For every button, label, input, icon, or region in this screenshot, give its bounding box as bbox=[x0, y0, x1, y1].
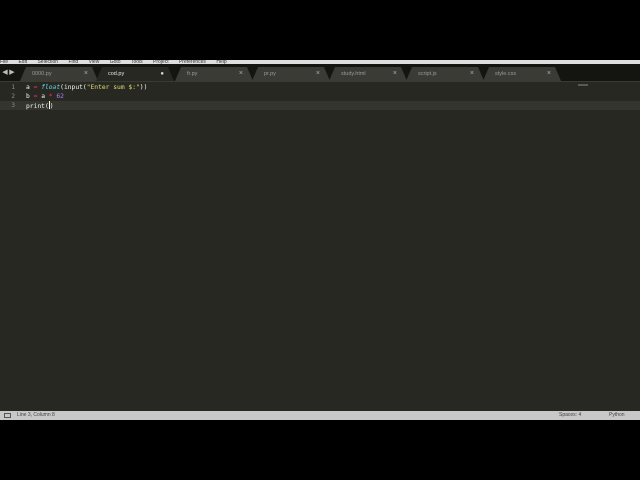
status-bar: Line 3, Column 8 Spaces: 4 Python bbox=[0, 411, 640, 420]
tab-forward-icon[interactable]: ▶ bbox=[9, 68, 15, 76]
close-icon[interactable]: × bbox=[393, 70, 397, 77]
tab-label: fr.py bbox=[187, 71, 198, 77]
token-variable: a bbox=[41, 93, 45, 100]
tab-label: style.css bbox=[495, 71, 517, 77]
close-icon[interactable]: × bbox=[84, 70, 88, 77]
tab-back-icon[interactable]: ◀ bbox=[2, 68, 8, 76]
token-string: "Enter sum $:" bbox=[86, 84, 140, 91]
close-icon[interactable]: × bbox=[470, 70, 474, 77]
code-line-3: print() bbox=[26, 101, 54, 110]
token-variable: a bbox=[26, 84, 30, 91]
tab-label: script.js bbox=[418, 71, 437, 77]
current-line-highlight bbox=[0, 101, 640, 110]
token-call: print( bbox=[26, 103, 49, 110]
cursor-position: Line 3, Column 8 bbox=[17, 412, 55, 418]
tab-script-js[interactable]: script.js × bbox=[406, 67, 484, 81]
code-line-2: b = a * 62 bbox=[26, 92, 64, 101]
token-paren: ) bbox=[49, 103, 54, 110]
token-variable: b bbox=[26, 93, 30, 100]
code-editor[interactable]: 1 2 3 a = float(input("Enter sum $:")) b… bbox=[0, 82, 640, 412]
code-line-1: a = float(input("Enter sum $:")) bbox=[26, 83, 147, 92]
line-number-gutter: 1 2 3 bbox=[0, 82, 18, 412]
tab-label: 0000.py bbox=[32, 71, 52, 77]
token-builtin: float bbox=[41, 84, 61, 91]
tab-label: pr.py bbox=[264, 71, 276, 77]
tab-style-css[interactable]: style.css × bbox=[483, 67, 561, 81]
close-icon[interactable]: × bbox=[316, 70, 320, 77]
token-paren: )) bbox=[139, 84, 148, 91]
tab-fr-py[interactable]: fr.py × bbox=[175, 67, 253, 81]
tab-label: cod.py bbox=[108, 71, 125, 77]
token-operator: = bbox=[33, 84, 38, 91]
token-call: (input( bbox=[60, 84, 87, 91]
tab-study-html[interactable]: study.html × bbox=[329, 67, 407, 81]
tab-bar: ◀ ▶ 0000.py × fr.py × pr.py × study.html… bbox=[0, 64, 640, 86]
tab-pr-py[interactable]: pr.py × bbox=[252, 67, 330, 81]
token-operator: = bbox=[33, 93, 38, 100]
indentation-setting[interactable]: Spaces: 4 bbox=[559, 411, 581, 420]
syntax-selector[interactable]: Python bbox=[609, 411, 625, 420]
unsaved-dot-icon[interactable]: ● bbox=[160, 71, 164, 77]
close-icon[interactable]: × bbox=[547, 70, 551, 77]
tab-0000-py[interactable]: 0000.py × bbox=[20, 67, 98, 81]
token-operator: * bbox=[48, 93, 53, 100]
token-number: 62 bbox=[56, 93, 64, 100]
panel-toggle-icon[interactable] bbox=[4, 413, 11, 418]
line-number: 3 bbox=[11, 102, 15, 109]
tab-cod-py[interactable]: cod.py ● bbox=[96, 67, 174, 81]
close-icon[interactable]: × bbox=[239, 70, 243, 77]
line-number: 1 bbox=[11, 84, 15, 91]
tab-label: study.html bbox=[341, 71, 366, 77]
editor-window: File Edit Selection Find View Goto Tools… bbox=[0, 60, 640, 420]
line-number: 2 bbox=[11, 93, 15, 100]
